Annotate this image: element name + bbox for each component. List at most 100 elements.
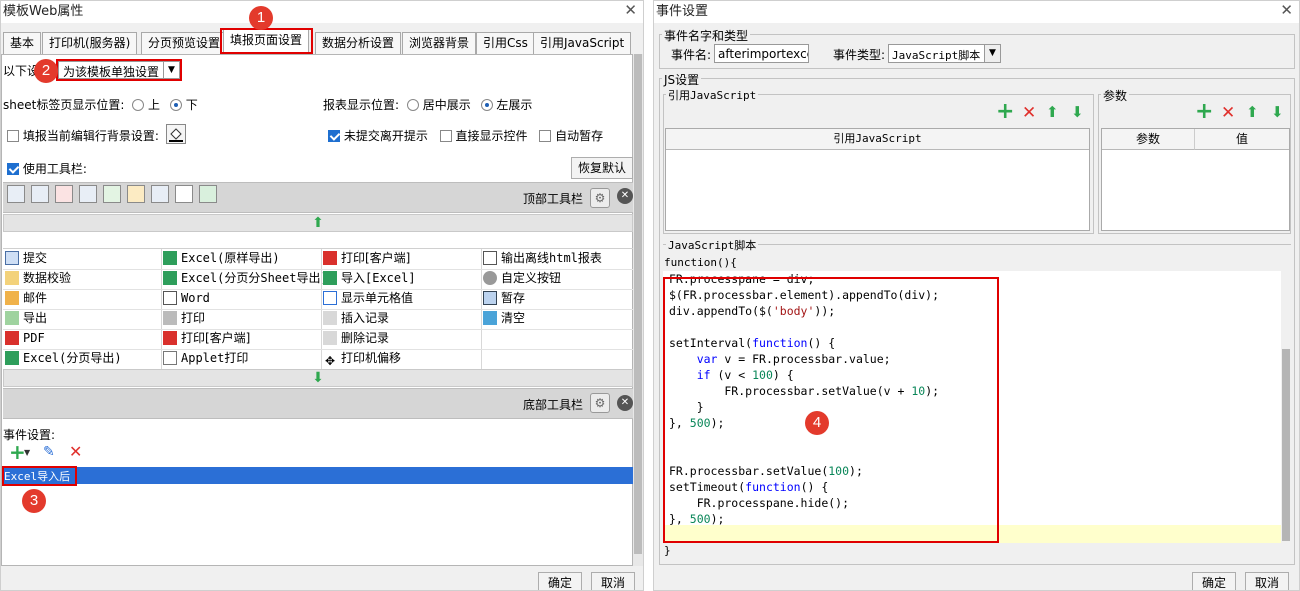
restore-default-button[interactable]: 恢复默认 [571,157,633,179]
tab-printer-server[interactable]: 打印机(服务器) [42,32,138,54]
callout-badge-2: 2 [34,59,58,83]
export-icon[interactable] [103,185,121,203]
radio-sheet-top-label: 上 [148,98,161,112]
tab-basic[interactable]: 基本 [3,32,42,54]
delete-param-icon[interactable]: ✕ [1221,103,1235,123]
use-toolbar-checkbox[interactable] [7,163,19,175]
btn-print-client[interactable]: 打印[客户端] [321,248,410,268]
fill-bg-checkbox[interactable] [7,130,19,142]
print-icon [163,311,177,325]
unsubmitted-label: 未提交离开提示 [343,129,428,143]
save-icon[interactable] [7,185,25,203]
btn-printer-offset[interactable]: ✥ 打印机偏移 [321,348,401,368]
tab-ref-css[interactable]: 引用Css [476,32,535,54]
bottom-toolbar-label: 底部工具栏 [523,398,584,412]
btn-pdf[interactable]: PDF [3,328,45,348]
unsubmitted-checkbox[interactable] [328,130,340,142]
pdf-icon[interactable] [55,185,73,203]
btn-submit[interactable]: 提交 [3,248,47,268]
cancel-button[interactable]: 取消 [1245,572,1289,590]
move-down-param-icon[interactable]: ⬇ [1271,103,1284,121]
radio-report-left[interactable] [480,99,493,111]
btn-applet-print[interactable]: Applet打印 [161,348,248,368]
btn-delete-record[interactable]: 删除记录 [321,328,389,348]
insert-row-icon [323,311,337,325]
btn-excel-origin-export[interactable]: Excel(原样导出) [161,248,280,268]
delete-ref-js-icon[interactable]: ✕ [1022,103,1036,123]
ref-js-legend: 引用JavaScript [666,87,759,103]
btn-data-verify[interactable]: 数据校验 [3,268,71,288]
cancel-button[interactable]: 取消 [591,572,635,590]
top-toolbar-remove-icon[interactable]: ✕ [617,188,633,204]
btn-export[interactable]: 导出 [3,308,47,328]
radio-sheet-bottom[interactable] [169,99,182,111]
btn-word[interactable]: Word [161,288,210,308]
radio-report-center[interactable] [406,99,419,111]
bottom-toolbar-gear-icon[interactable]: ⚙ [590,393,610,413]
name-type-legend: 事件名字和类型 [662,27,751,44]
report-pos-label: 报表显示位置: [323,98,400,112]
submit-icon [5,251,19,265]
radio-report-center-label: 居中展示 [422,98,471,112]
btn-insert-record[interactable]: 插入记录 [321,308,389,328]
close-icon[interactable]: ✕ [1280,1,1293,19]
save-icon [483,291,497,305]
radio-sheet-top[interactable] [132,99,145,111]
autosave-checkbox[interactable] [539,130,552,142]
bottom-toolbar-remove-icon[interactable]: ✕ [617,395,633,411]
event-name-input[interactable]: afterimportexcel [714,44,809,63]
pdf-icon [323,251,337,265]
btn-print-client-2[interactable]: 打印[客户端] [161,328,250,348]
btn-excel-sheet-export[interactable]: Excel(分页分Sheet导出) [161,268,328,288]
direct-show-checkbox[interactable] [439,130,452,142]
event-type-value: JavaScript脚本 [892,49,981,62]
btn-custom[interactable]: 自定义按钮 [481,268,561,288]
autosave-label: 自动暂存 [555,129,604,143]
dropdown-arrow-icon[interactable]: ▼ [24,448,30,457]
callout-badge-1: 1 [249,6,273,30]
sheet-pos-label: sheet标签页显示位置: [3,98,125,112]
btn-offline-html[interactable]: 输出离线html报表 [481,248,602,268]
insert-icon[interactable] [151,185,169,203]
add-ref-js-icon[interactable]: + [996,101,1014,123]
code-scrollbar[interactable] [1281,271,1291,543]
paint-bucket-button[interactable] [166,124,186,144]
pdf-icon [5,331,19,345]
mail-icon[interactable] [127,185,145,203]
dialog-title: 模板Web属性 [1,1,643,23]
move-up-param-icon[interactable]: ⬆ [1246,103,1259,121]
params-table[interactable]: 参数 值 [1101,128,1290,231]
move-up-ref-js-icon[interactable]: ⬆ [1046,103,1059,121]
web-properties-dialog: 模板Web属性 ✕ 基本 打印机(服务器) 分页预览设置 填报页面设置 数据分析… [0,0,644,591]
move-down-ref-js-icon[interactable]: ⬇ [1071,103,1084,121]
delete-event-icon[interactable]: ✕ [69,442,82,461]
ok-button[interactable]: 确定 [538,572,582,590]
tab-paging-preview[interactable]: 分页预览设置 [141,32,228,54]
event-list-item-selected[interactable]: Excel导入后 [3,467,633,484]
window-icon[interactable] [175,185,193,203]
excel-icon[interactable] [199,185,217,203]
close-icon[interactable]: ✕ [624,1,637,19]
move-up-row[interactable]: ⬆ [3,214,633,232]
ref-js-table[interactable]: 引用JavaScript [665,128,1090,231]
tab-browser-bg[interactable]: 浏览器背景 [402,32,477,54]
btn-excel-page-export[interactable]: Excel(分页导出) [3,348,122,368]
add-param-icon[interactable]: + [1195,101,1213,123]
top-toolbar-gear-icon[interactable]: ⚙ [590,188,610,208]
right-scrollbar[interactable] [633,54,643,566]
btn-import-excel[interactable]: 导入[Excel] [321,268,416,288]
verify-icon[interactable] [31,185,49,203]
move-down-row[interactable]: ⬇ [3,369,633,387]
edit-event-icon[interactable]: ✎ [43,444,55,460]
tab-data-analysis[interactable]: 数据分析设置 [315,32,402,54]
btn-clear[interactable]: 清空 [481,308,525,328]
ok-button[interactable]: 确定 [1192,572,1236,590]
tab-ref-js[interactable]: 引用JavaScript [533,32,632,54]
btn-mail[interactable]: 邮件 [3,288,47,308]
chevron-down-icon: ▼ [984,45,1000,62]
event-type-select[interactable]: JavaScript脚本 ▼ [888,44,1001,63]
btn-show-cell-value[interactable]: 显示单元格值 [321,288,413,308]
print-icon[interactable] [79,185,97,203]
btn-temp-save[interactable]: 暂存 [481,288,525,308]
btn-print[interactable]: 打印 [161,308,205,328]
